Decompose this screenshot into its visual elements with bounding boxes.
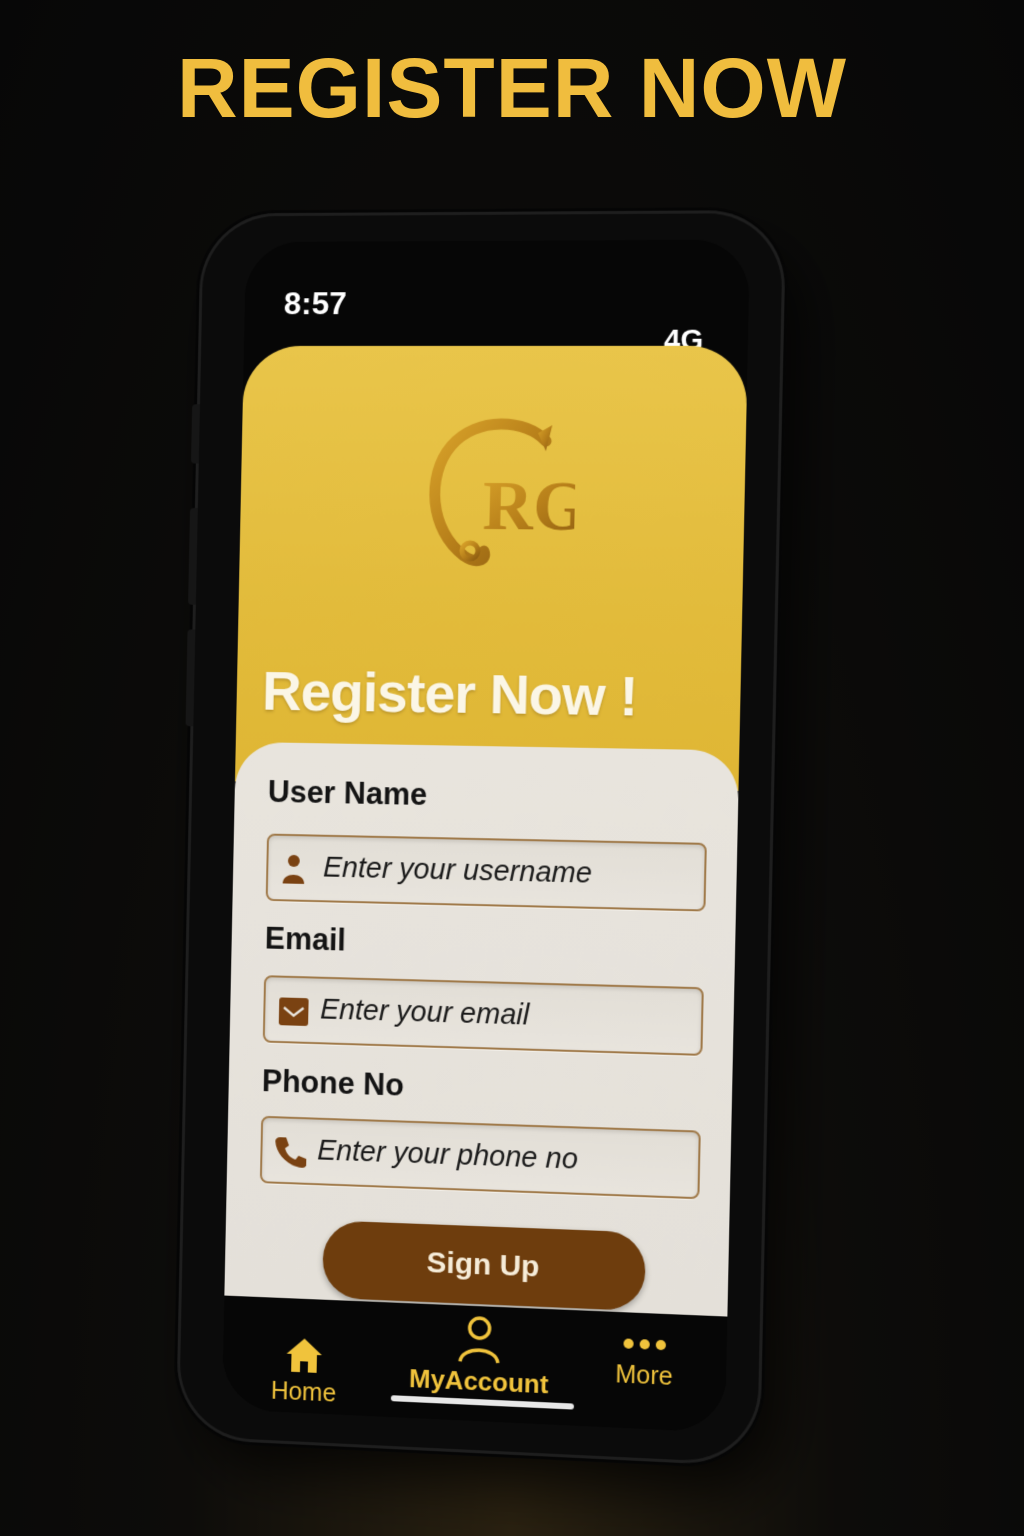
username-field[interactable]: Enter your username [265,833,707,912]
mail-icon [278,997,309,1027]
email-label: Email [264,920,347,958]
tab-myaccount-label: MyAccount [408,1363,549,1400]
user-icon [282,854,305,884]
bottom-tab-bar: Home MyAccount More [222,1295,728,1433]
status-time: 8:57 [283,285,348,322]
phone-field[interactable]: Enter your phone no [259,1115,701,1200]
home-icon [286,1337,323,1374]
phone-placeholder: Enter your phone no [316,1134,579,1176]
phone-frame: 8:57 4G RG Register Now ! User Name Ente… [178,213,784,1464]
phone-label: Phone No [261,1063,405,1103]
action-button [190,404,200,464]
phone-mockup: 8:57 4G RG Register Now ! User Name Ente… [178,213,784,1464]
account-icon [458,1316,500,1363]
tab-more-label: More [615,1360,674,1391]
sign-up-button[interactable]: Sign Up [322,1220,647,1312]
username-placeholder: Enter your username [322,851,593,890]
logo-monogram: RG [482,467,577,546]
poster-title: REGISTER NOW [176,41,847,135]
volume-up-button [188,507,198,605]
tab-myaccount[interactable]: MyAccount [409,1311,550,1400]
page-title: Register Now ! [261,659,638,728]
more-icon [623,1338,667,1351]
tab-home-label: Home [270,1376,337,1408]
brand-logo: RG [424,411,577,582]
tab-more[interactable]: More [598,1335,690,1392]
volume-down-button [185,629,196,727]
username-label: User Name [267,774,428,812]
phone-screen: 8:57 4G RG Register Now ! User Name Ente… [222,239,751,1433]
email-field[interactable]: Enter your email [262,975,704,1056]
phone-icon [274,1137,307,1168]
tab-home[interactable]: Home [259,1335,349,1409]
email-placeholder: Enter your email [319,993,530,1032]
